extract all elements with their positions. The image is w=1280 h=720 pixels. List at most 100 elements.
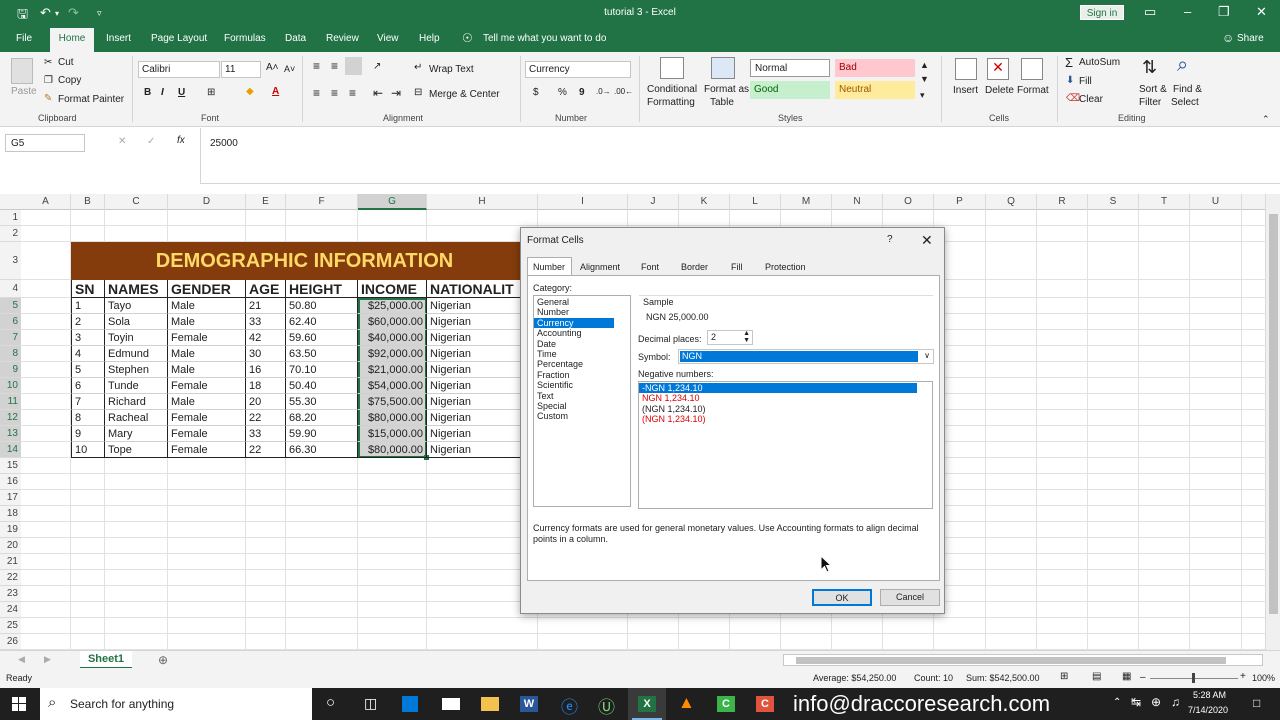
autosum-button[interactable]: AutoSum	[1079, 57, 1120, 68]
column-header[interactable]: H	[427, 194, 538, 210]
table-cell[interactable]: Male	[168, 394, 246, 410]
zoom-in-icon[interactable]: +	[1240, 671, 1246, 682]
insert-cells-button[interactable]: Insert	[953, 85, 978, 96]
copy-icon[interactable]: ❐	[44, 75, 53, 86]
format-painter-button[interactable]: Format Painter	[58, 94, 124, 105]
column-header[interactable]: E	[246, 194, 286, 210]
spinner-down-icon[interactable]: ▼	[743, 337, 750, 344]
decrease-decimal-icon[interactable]: .00←	[614, 87, 633, 96]
align-center-icon[interactable]: ≡	[331, 86, 338, 100]
table-cell[interactable]: 1	[71, 298, 105, 314]
sort-filter-label2[interactable]: Filter	[1139, 97, 1161, 108]
tab-file[interactable]: File	[16, 33, 32, 44]
decrease-indent-icon[interactable]: ⇤	[373, 86, 383, 100]
column-header[interactable]: D	[168, 194, 246, 210]
enter-entry-icon[interactable]: ✓	[147, 136, 155, 147]
table-cell[interactable]: 21	[246, 298, 286, 314]
align-bottom-icon[interactable]	[345, 57, 362, 75]
negative-option[interactable]: (NGN 1,234.10)	[639, 404, 932, 414]
format-cells-icon[interactable]	[1021, 58, 1043, 80]
windows-start-icon[interactable]	[12, 697, 26, 711]
task-view-icon[interactable]: ◫	[364, 695, 377, 712]
h-scroll-thumb[interactable]	[796, 657, 1226, 664]
table-cell[interactable]: Male	[168, 346, 246, 362]
row-header[interactable]: 19	[0, 522, 21, 538]
formula-input[interactable]: 25000	[210, 138, 238, 149]
row-header[interactable]: 21	[0, 554, 21, 570]
style-good[interactable]: Good	[750, 81, 830, 99]
row-header[interactable]: 22	[0, 570, 21, 586]
table-cell[interactable]: Stephen	[105, 362, 168, 378]
tab-home[interactable]: Home	[50, 28, 94, 52]
style-bad[interactable]: Bad	[835, 59, 915, 77]
clear-button[interactable]: Clear	[1079, 94, 1103, 105]
tray-app-icon[interactable]: ↹	[1131, 695, 1141, 709]
column-header[interactable]: P	[934, 194, 986, 210]
sheet-tab-sheet1[interactable]: Sheet1	[80, 651, 132, 669]
column-header[interactable]: I	[538, 194, 628, 210]
vlc-icon[interactable]: ▲	[678, 693, 695, 713]
mail-icon[interactable]	[442, 698, 460, 710]
table-cell[interactable]: 6	[71, 378, 105, 394]
volume-icon[interactable]: ♫	[1171, 695, 1180, 709]
sort-filter-button[interactable]: Sort &	[1139, 84, 1167, 95]
table-cell[interactable]: $15,000.00	[358, 426, 427, 442]
row-header[interactable]: 15	[0, 458, 21, 474]
category-item[interactable]: Date	[534, 339, 630, 349]
table-cell[interactable]: Female	[168, 426, 246, 442]
row-header[interactable]: 7	[0, 330, 21, 346]
table-cell[interactable]: 10	[71, 442, 105, 458]
column-header[interactable]: G	[358, 194, 427, 210]
column-header[interactable]: O	[883, 194, 934, 210]
category-item[interactable]: Scientific	[534, 380, 630, 390]
wrap-icon[interactable]: ↵	[414, 62, 422, 73]
row-header[interactable]: 3	[0, 242, 21, 280]
format-as-table-label2[interactable]: Table	[710, 97, 734, 108]
delete-cells-button[interactable]: Delete	[985, 85, 1014, 96]
row-header[interactable]: 1	[0, 210, 21, 226]
table-cell[interactable]: Female	[168, 378, 246, 394]
insert-function-icon[interactable]: fx	[177, 135, 185, 146]
table-cell[interactable]: 66.30	[286, 442, 358, 458]
table-cell[interactable]: 8	[71, 410, 105, 426]
zoom-slider-thumb[interactable]	[1192, 673, 1195, 683]
row-header[interactable]: 17	[0, 490, 21, 506]
table-cell[interactable]: 3	[71, 330, 105, 346]
column-header[interactable]: R	[1037, 194, 1088, 210]
category-item[interactable]: Fraction	[534, 370, 630, 380]
maximize-icon[interactable]: ❐	[1218, 4, 1230, 20]
paste-icon[interactable]	[11, 58, 33, 84]
conditional-formatting-button[interactable]: Conditional	[647, 84, 697, 95]
table-cell[interactable]: 7	[71, 394, 105, 410]
row-header[interactable]: 10	[0, 378, 21, 394]
column-header[interactable]: F	[286, 194, 358, 210]
align-left-icon[interactable]: ≡	[313, 86, 320, 100]
category-item[interactable]: General	[534, 297, 630, 307]
magnifier-icon[interactable]: ⌕	[1177, 54, 1188, 77]
table-cell[interactable]: 22	[246, 442, 286, 458]
table-cell[interactable]: $60,000.00	[358, 314, 427, 330]
format-as-table-button[interactable]: Format as	[704, 84, 749, 95]
table-cell[interactable]: $80,000.00	[358, 442, 427, 458]
tab-font[interactable]: Font	[641, 262, 659, 272]
table-cell[interactable]: 50.40	[286, 378, 358, 394]
app-u-icon[interactable]: Ⓤ	[598, 693, 615, 718]
table-cell[interactable]: 68.20	[286, 410, 358, 426]
close-icon[interactable]: ✕	[1256, 4, 1267, 20]
table-cell[interactable]: 33	[246, 314, 286, 330]
font-name-select[interactable]: Calibri	[138, 61, 220, 78]
table-cell[interactable]: Female	[168, 442, 246, 458]
table-cell[interactable]: Tunde	[105, 378, 168, 394]
table-cell[interactable]: 18	[246, 378, 286, 394]
table-cell[interactable]: 9	[71, 426, 105, 442]
table-cell[interactable]: Tayo	[105, 298, 168, 314]
column-header[interactable]: T	[1139, 194, 1190, 210]
styles-scroll-down-icon[interactable]: ▼	[920, 74, 929, 84]
category-item[interactable]: Special	[534, 401, 630, 411]
table-header-cell[interactable]: HEIGHT	[286, 280, 358, 298]
row-header[interactable]: 26	[0, 634, 21, 650]
tab-number[interactable]: Number	[533, 262, 565, 272]
category-item[interactable]: Custom	[534, 411, 630, 421]
category-item[interactable]: Accounting	[534, 328, 630, 338]
spinner-up-icon[interactable]: ▲	[743, 330, 750, 337]
